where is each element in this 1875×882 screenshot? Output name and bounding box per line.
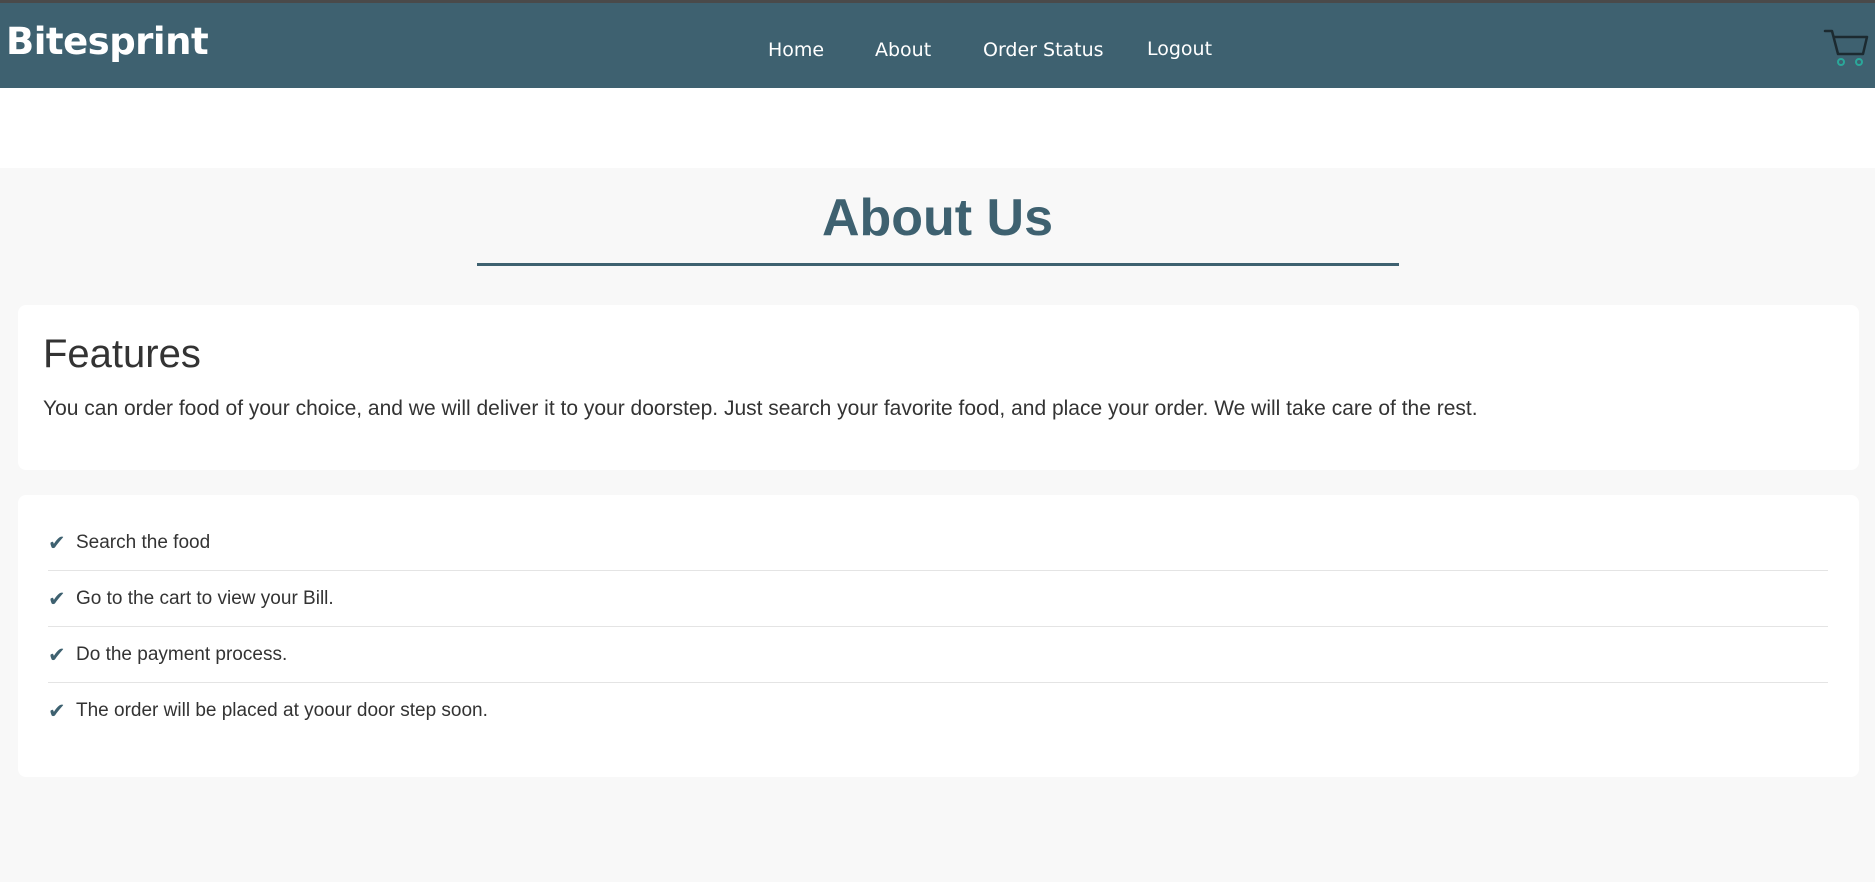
step-text: Search the food bbox=[76, 531, 211, 553]
nav-link-home[interactable]: Home bbox=[768, 41, 824, 60]
features-heading: Features bbox=[43, 332, 201, 376]
brand-logo[interactable]: Bitesprint bbox=[6, 23, 209, 60]
cart-icon[interactable] bbox=[1823, 27, 1869, 69]
step-text: Go to the cart to view your Bill. bbox=[76, 587, 334, 609]
features-card: Features You can order food of your choi… bbox=[18, 305, 1859, 470]
nav-link-about[interactable]: About bbox=[875, 41, 931, 60]
features-description: You can order food of your choice, and w… bbox=[43, 397, 1478, 420]
list-item: ✔ Search the food bbox=[48, 515, 1828, 571]
check-icon: ✔ bbox=[48, 642, 66, 667]
check-icon: ✔ bbox=[48, 586, 66, 611]
nav-link-order-status[interactable]: Order Status bbox=[983, 41, 1104, 60]
check-icon: ✔ bbox=[48, 699, 66, 723]
steps-list: ✔ Search the food ✔ Go to the cart to vi… bbox=[48, 515, 1828, 739]
page-title: About Us bbox=[821, 189, 1054, 247]
list-item: ✔ The order will be placed at yoour door… bbox=[48, 683, 1828, 739]
list-item: ✔ Do the payment process. bbox=[48, 627, 1828, 683]
step-text: Do the payment process. bbox=[76, 643, 288, 665]
steps-card: ✔ Search the food ✔ Go to the cart to vi… bbox=[18, 495, 1859, 777]
step-text: The order will be placed at yoour door s… bbox=[76, 700, 488, 721]
header-spacer bbox=[0, 88, 1875, 168]
nav-link-logout[interactable]: Logout bbox=[1147, 40, 1212, 59]
navbar: Bitesprint Home About Order Status Logou… bbox=[0, 0, 1875, 88]
title-underline bbox=[477, 263, 1399, 266]
check-icon: ✔ bbox=[48, 530, 66, 555]
list-item: ✔ Go to the cart to view your Bill. bbox=[48, 571, 1828, 627]
